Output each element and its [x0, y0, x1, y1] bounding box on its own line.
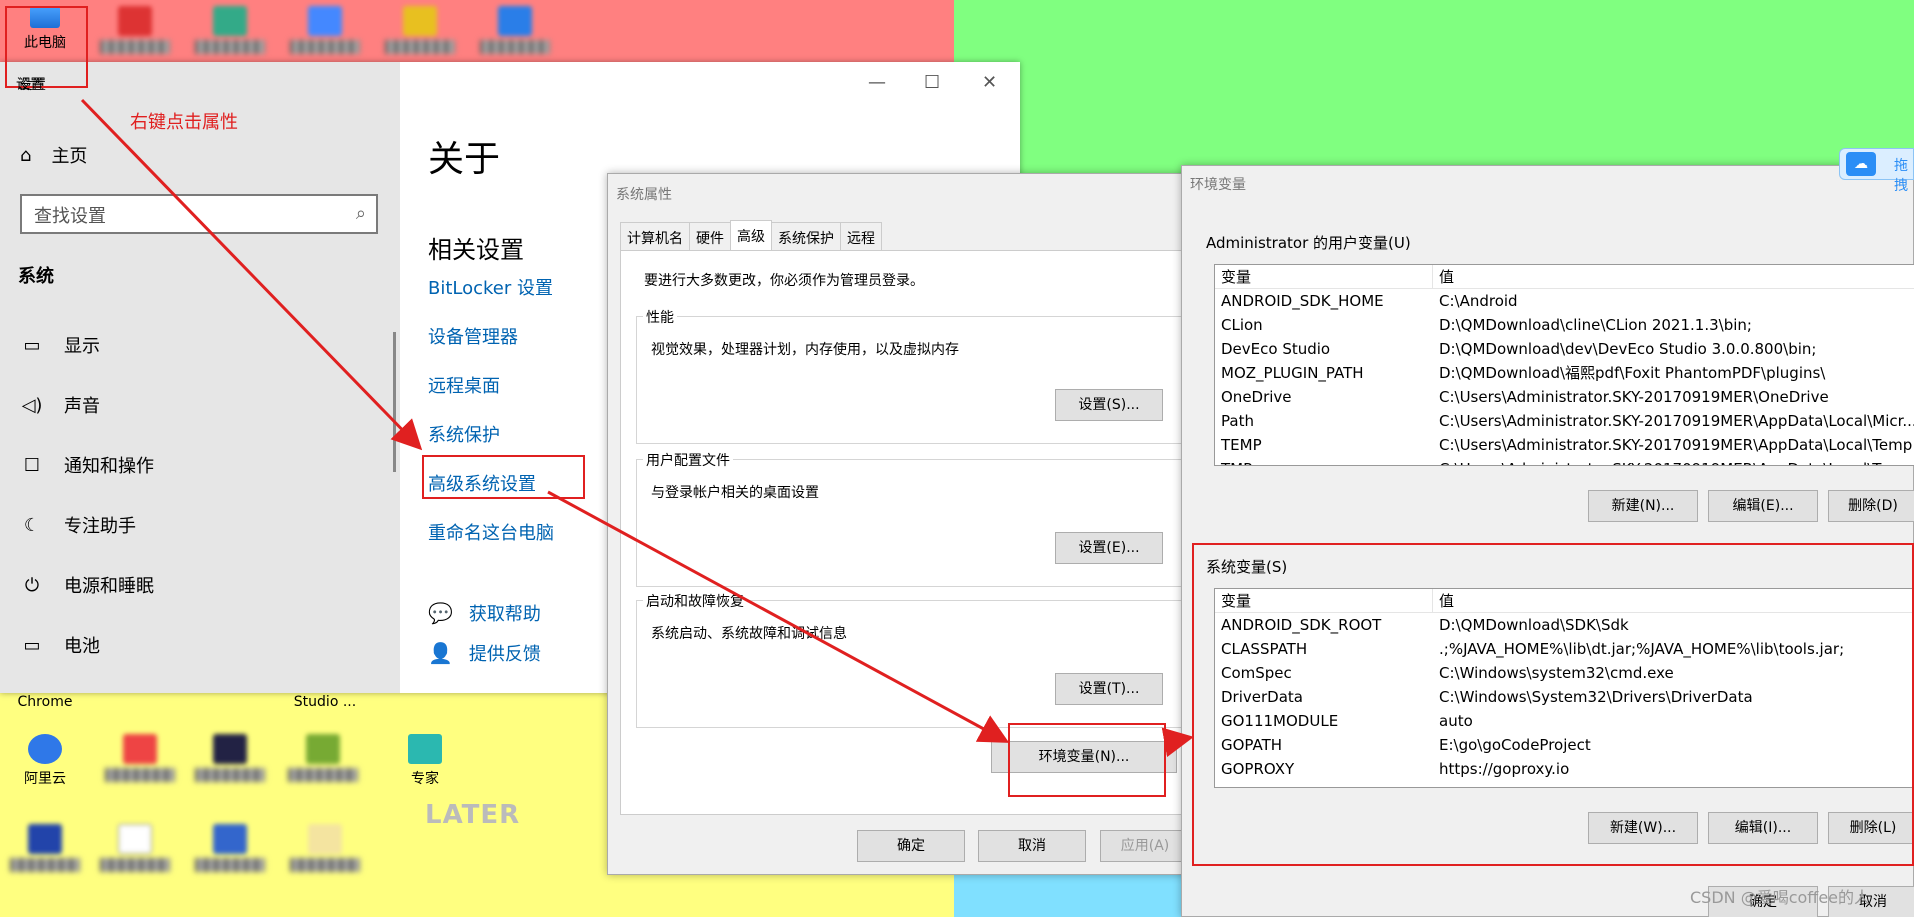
- annotation-arrows: [80, 98, 1194, 758]
- arrow-to-advanced-settings: [80, 98, 423, 451]
- arrow-to-env-button: [547, 490, 1010, 743]
- arrow-to-system-variables: [1161, 727, 1194, 758]
- csdn-watermark: CSDN @爱喝coffee的人: [1690, 888, 1871, 907]
